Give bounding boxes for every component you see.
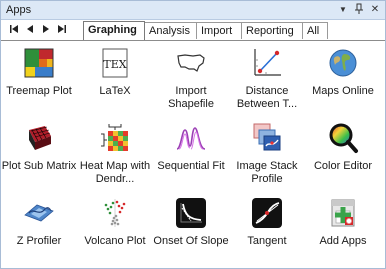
app-label: Color Editor: [313, 160, 373, 172]
app-image-stack-profile[interactable]: Image Stack Profile: [229, 118, 305, 193]
app-label: Maps Online: [312, 85, 374, 97]
app-import-shapefile[interactable]: Import Shapefile: [153, 43, 229, 118]
pin-icon[interactable]: [352, 3, 366, 17]
dropdown-icon[interactable]: ▼: [336, 3, 350, 17]
app-volcano-plot[interactable]: Volcano Plot: [77, 193, 153, 268]
matrix-3d-icon: [29, 126, 51, 150]
nav-next-glyph: [43, 25, 49, 33]
tab-divider: [1, 40, 385, 41]
treemap-icon: [24, 48, 54, 78]
tab-analysis[interactable]: Analysis: [144, 22, 197, 39]
heatmap-dendrogram-icon: [101, 124, 128, 151]
tab-import[interactable]: Import: [196, 22, 242, 39]
nav-first-icon[interactable]: [9, 24, 19, 37]
app-label: Image Stack Profile: [236, 160, 298, 185]
app-onset-of-slope[interactable]: Onset Of Slope: [153, 193, 229, 268]
nav-prev-glyph: [27, 25, 33, 33]
onset-slope-icon: [176, 198, 206, 228]
app-label: Treemap Plot: [6, 85, 72, 97]
app-label: Sequential Fit: [157, 160, 225, 172]
app-z-profiler[interactable]: Z Profiler: [1, 193, 77, 268]
latex-icon: TEX: [102, 48, 128, 78]
panel-titlebar: Apps ▼ ✕: [1, 1, 385, 20]
globe-icon: [329, 49, 357, 77]
app-distance-between[interactable]: Distance Between T...: [229, 43, 305, 118]
app-color-editor[interactable]: Color Editor: [305, 118, 381, 193]
peak-fit-icon: [176, 127, 206, 150]
app-heat-map-dendrogram[interactable]: Heat Map with Dendr...: [77, 118, 153, 193]
app-label: Import Shapefile: [168, 85, 214, 110]
panel-title: Apps: [6, 4, 32, 16]
nav-first-glyph: [10, 25, 18, 33]
app-sequential-fit[interactable]: Sequential Fit: [153, 118, 229, 193]
z-profiler-icon: [24, 204, 54, 222]
app-label: Distance Between T...: [236, 85, 298, 110]
image-stack-icon: [253, 123, 281, 151]
app-treemap-plot[interactable]: Treemap Plot: [1, 43, 77, 118]
app-label: LaTeX: [99, 85, 131, 97]
pin-icon-glyph: [355, 3, 363, 14]
distance-plot-icon: [254, 49, 281, 76]
close-icon[interactable]: ✕: [368, 3, 382, 17]
color-magnifier-icon: [329, 123, 358, 153]
nav-last-glyph: [58, 25, 66, 33]
volcano-scatter-icon: [104, 199, 126, 227]
nav-prev-icon[interactable]: [25, 24, 35, 37]
app-add-apps[interactable]: Add Apps: [305, 193, 381, 268]
app-latex[interactable]: TEX LaTeX: [77, 43, 153, 118]
tangent-curve-icon: [252, 198, 282, 228]
app-label: Z Profiler: [16, 235, 62, 247]
tab-reporting[interactable]: Reporting: [241, 22, 303, 39]
apps-panel: Apps ▼ ✕ Graphing Analysis Import Report…: [0, 0, 386, 269]
app-tangent[interactable]: Tangent: [229, 193, 305, 268]
add-apps-icon: [331, 199, 355, 227]
app-plot-sub-matrix[interactable]: Plot Sub Matrix: [1, 118, 77, 193]
app-label: Add Apps: [319, 235, 367, 247]
apps-grid: Treemap Plot TEX LaTeX Import Shapefile: [1, 43, 385, 268]
usa-map-outline-icon: [177, 54, 205, 72]
svg-text:TEX: TEX: [103, 58, 126, 71]
tab-all[interactable]: All: [302, 22, 328, 39]
nav-last-icon[interactable]: [57, 24, 67, 37]
app-label: Volcano Plot: [84, 235, 146, 247]
app-label: Tangent: [247, 235, 287, 247]
app-label: Heat Map with Dendr...: [79, 160, 151, 185]
app-label: Plot Sub Matrix: [1, 160, 77, 172]
nav-next-icon[interactable]: [41, 24, 51, 37]
tab-graphing[interactable]: Graphing: [83, 21, 145, 40]
app-label: Onset Of Slope: [153, 235, 229, 247]
app-maps-online[interactable]: Maps Online: [305, 43, 381, 118]
